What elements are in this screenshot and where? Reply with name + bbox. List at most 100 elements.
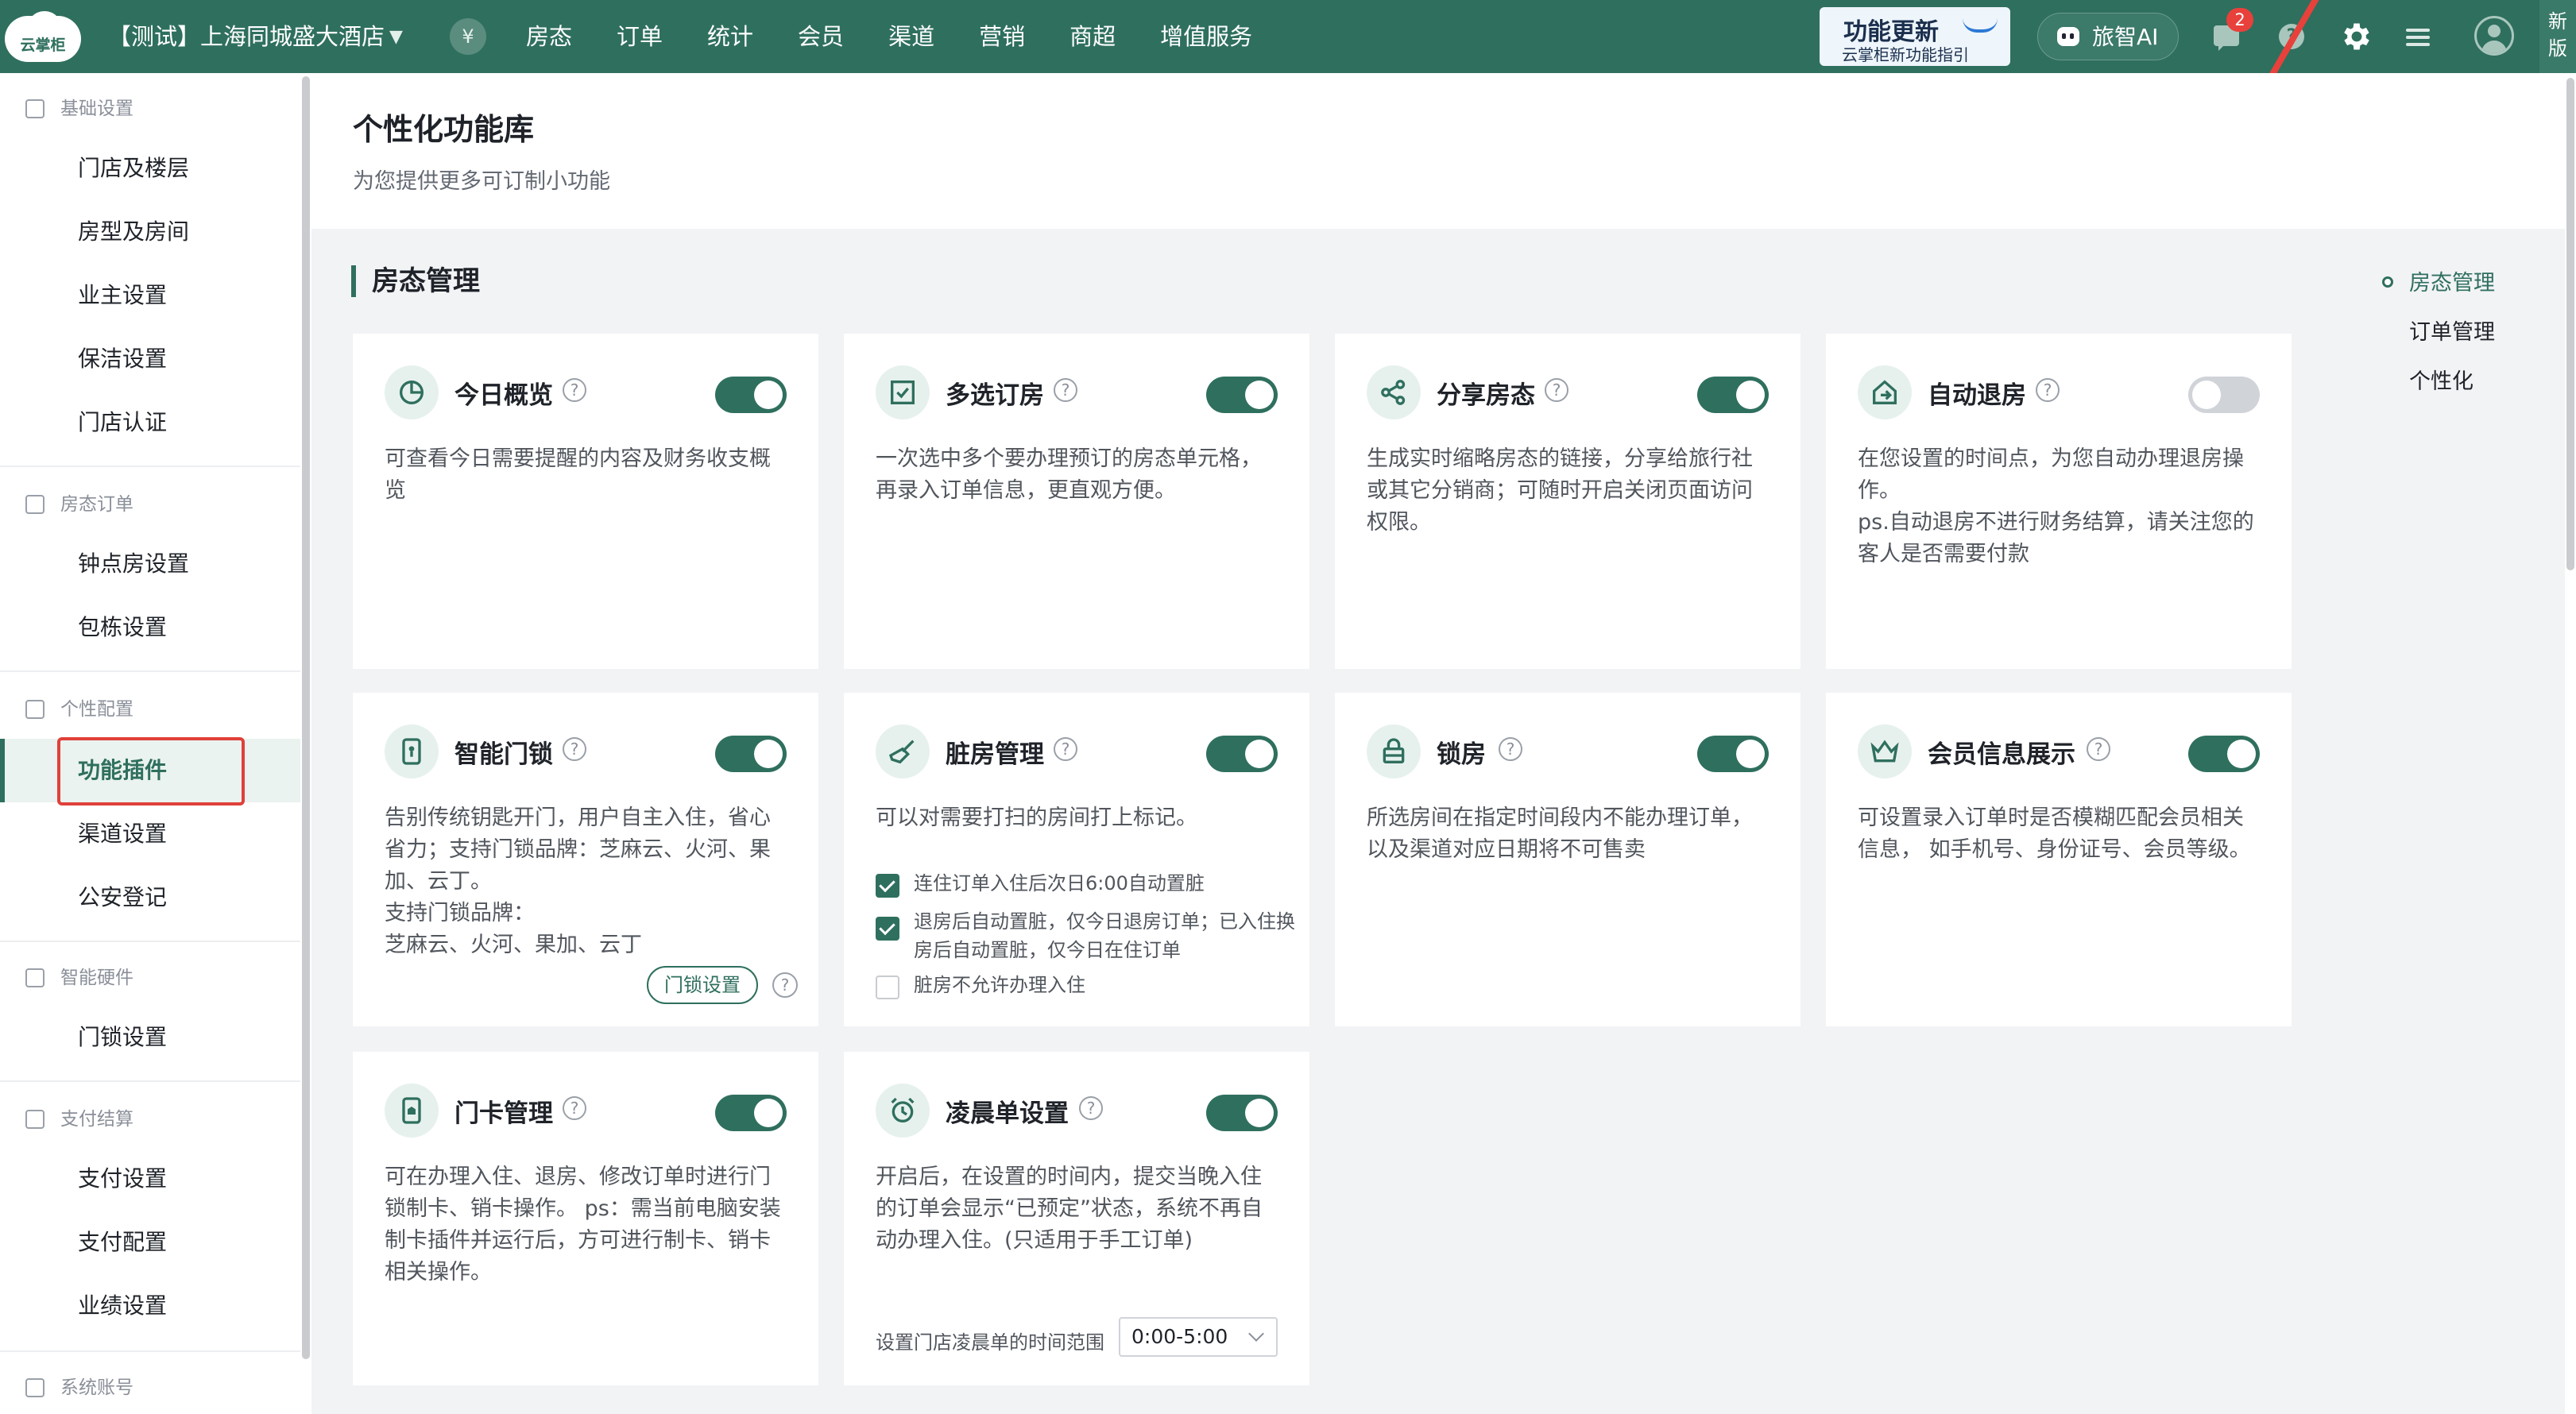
toggle-switch[interactable] <box>1697 377 1769 413</box>
time-range-select[interactable]: 0:00-5:00 <box>1119 1317 1278 1357</box>
menu-icon[interactable] <box>2401 19 2436 54</box>
sidebar-group-basic: 基础设置 <box>0 81 300 137</box>
nav-statistics[interactable]: 统计 <box>707 0 753 73</box>
card-desc: 生成实时缩略房态的链接，分享给旅行社或其它分销商；可随时开启关闭页面访问权限。 <box>1367 446 1753 535</box>
card-door-card: 门卡管理 ? 可在办理入住、退房、修改订单时进行门锁制卡、销卡操作。 ps：需当… <box>353 1052 818 1385</box>
sidebar-group-system-account: 系统账号 <box>0 1360 300 1414</box>
sidebar-item-lock-settings[interactable]: 门锁设置 <box>0 1006 300 1069</box>
help-circle-icon[interactable]: ? <box>2087 737 2110 761</box>
currency-icon[interactable]: ¥ <box>450 18 486 55</box>
sidebar-item-payment-settings[interactable]: 支付设置 <box>0 1147 300 1211</box>
lock-icon <box>1367 724 1421 778</box>
sidebar-item-store-auth[interactable]: 门店认证 <box>0 391 300 454</box>
checkbox-checked[interactable] <box>876 874 899 898</box>
gear-icon[interactable] <box>2339 19 2374 54</box>
nav-store[interactable]: 商超 <box>1069 0 1116 73</box>
feature-update-banner[interactable]: 功能更新 云掌柜新功能指引 <box>1820 7 2010 66</box>
card-desc: 开启后，在设置的时间内，提交当晚入住的订单会显示“已预定”状态，系统不再自动办理… <box>876 1165 1263 1253</box>
toggle-switch[interactable] <box>1206 377 1278 413</box>
nav-channels[interactable]: 渠道 <box>888 0 934 73</box>
sidebar-group-hardware: 智能硬件 <box>0 950 300 1006</box>
card-desc-line: 在您设置的时间点，为您自动办理退房操作。 <box>1858 446 2244 503</box>
nav-orders[interactable]: 订单 <box>617 0 663 73</box>
ai-assistant-button[interactable]: 旅智AI <box>2037 13 2179 60</box>
card-lock-room: 锁房 ? 所选房间在指定时间段内不能办理订单，以及渠道对应日期将不可售卖 <box>1335 693 1800 1026</box>
card-multi-booking: 多选订房 ? 一次选中多个要办理预订的房态单元格，再录入订单信息，更直观方便。 <box>844 334 1309 669</box>
card-early-morning: 凌晨单设置 ? 开启后，在设置的时间内，提交当晚入住的订单会显示“已预定”状态，… <box>844 1052 1309 1385</box>
anchor-personal[interactable]: 个性化 <box>2409 364 2474 395</box>
nav-members[interactable]: 会员 <box>798 0 844 73</box>
card-desc: 可以对需要打扫的房间打上标记。 <box>876 806 1197 830</box>
help-circle-icon[interactable]: ? <box>1545 378 1568 402</box>
card-title: 脏房管理 <box>946 740 1044 769</box>
sidebar-item-owner[interactable]: 业主设置 <box>0 264 300 327</box>
checkbox-checked[interactable] <box>876 917 899 941</box>
card-desc-brands: 芝麻云、火河、果加、云丁 <box>385 933 642 957</box>
page-header: 个性化功能库 为您提供更多可订制小功能 <box>311 73 2576 229</box>
card-dirty-room: 脏房管理 ? 可以对需要打扫的房间打上标记。 连住订单入住后次日6:00自动置脏… <box>844 693 1309 1026</box>
sidebar-item-channels[interactable]: 渠道设置 <box>0 802 300 866</box>
broom-icon <box>876 724 930 778</box>
config-icon <box>25 700 44 719</box>
avatar[interactable] <box>2474 16 2514 56</box>
card-desc-brands-label: 支持门锁品牌： <box>385 901 535 925</box>
help-circle-icon[interactable]: ? <box>1079 1096 1103 1120</box>
help-circle-icon[interactable]: ? <box>563 737 586 761</box>
card-title: 门卡管理 <box>454 1099 553 1128</box>
toggle-switch[interactable] <box>1697 736 1769 772</box>
card-title: 自动退房 <box>1928 381 2026 410</box>
help-circle-icon[interactable]: ? <box>1499 737 1522 761</box>
share-icon <box>1367 365 1421 419</box>
sidebar-item-cleaning[interactable]: 保洁设置 <box>0 327 300 391</box>
sidebar-item-hourly[interactable]: 钟点房设置 <box>0 532 300 596</box>
app-logo[interactable]: 云掌柜 <box>5 11 81 62</box>
help-circle-icon[interactable]: ? <box>772 972 798 998</box>
nav-marketing[interactable]: 营销 <box>979 0 1025 73</box>
card-title: 多选订房 <box>946 381 1044 410</box>
door-card-icon <box>385 1084 439 1138</box>
card-desc: 可在办理入住、退房、修改订单时进行门锁制卡、销卡操作。 ps：需当前电脑安装制卡… <box>385 1165 781 1285</box>
sidebar-item-performance[interactable]: 业绩设置 <box>0 1274 300 1338</box>
card-desc: 所选房间在指定时间段内不能办理订单，以及渠道对应日期将不可售卖 <box>1367 806 1753 862</box>
card-smart-lock: 智能门锁 ? 告别传统钥匙开门，用户自主入住，省心省力；支持门锁品牌：芝麻云、火… <box>353 693 818 1026</box>
nav-value-added[interactable]: 增值服务 <box>1160 0 1252 73</box>
help-circle-icon[interactable]: ? <box>1054 378 1077 402</box>
pie-chart-icon <box>385 365 439 419</box>
toggle-switch[interactable] <box>2188 736 2260 772</box>
checkbox-unchecked[interactable] <box>876 976 899 999</box>
page-subtitle: 为您提供更多可订制小功能 <box>353 169 610 194</box>
toggle-switch[interactable] <box>1206 736 1278 772</box>
main-scrollbar[interactable] <box>2565 73 2576 1414</box>
card-title: 会员信息展示 <box>1928 740 2075 769</box>
sidebar-item-whole-building[interactable]: 包栋设置 <box>0 596 300 659</box>
toggle-switch[interactable] <box>715 1095 787 1131</box>
caret-down-icon[interactable]: ▼ <box>389 27 403 47</box>
card-title: 今日概览 <box>454 381 553 410</box>
main-nav: 房态 订单 统计 会员 渠道 营销 商超 增值服务 <box>526 0 1297 73</box>
toggle-switch[interactable] <box>2188 377 2260 413</box>
sidebar-item-store-floors[interactable]: 门店及楼层 <box>0 137 300 200</box>
nav-room-status[interactable]: 房态 <box>526 0 572 73</box>
toggle-switch[interactable] <box>715 377 787 413</box>
lock-settings-button[interactable]: 门锁设置 <box>647 966 758 1004</box>
new-version-tab[interactable]: 新版 <box>2539 0 2576 73</box>
store-selector[interactable]: 【测试】上海同城盛大酒店 <box>108 0 385 73</box>
help-circle-icon[interactable]: ? <box>563 378 586 402</box>
card-title: 智能门锁 <box>454 740 553 769</box>
anchor-room-status[interactable]: 房态管理 <box>2409 265 2495 296</box>
toggle-switch[interactable] <box>1206 1095 1278 1131</box>
sidebar-scrollbar[interactable] <box>300 73 311 1414</box>
help-circle-icon[interactable]: ? <box>2036 378 2060 402</box>
toggle-switch[interactable] <box>715 736 787 772</box>
sidebar-item-police-register[interactable]: 公安登记 <box>0 866 300 929</box>
sidebar-item-room-types[interactable]: 房型及房间 <box>0 200 300 264</box>
sidebar-item-payment-config[interactable]: 支付配置 <box>0 1211 300 1274</box>
card-title: 分享房态 <box>1437 381 1535 410</box>
card-desc: 可查看今日需要提醒的内容及财务收支概览 <box>385 446 771 503</box>
checklist-icon <box>876 365 930 419</box>
account-icon <box>25 1378 44 1397</box>
help-circle-icon[interactable]: ? <box>563 1096 586 1120</box>
anchor-order-mgmt[interactable]: 订单管理 <box>2409 315 2495 346</box>
card-desc: 可设置录入订单时是否模糊匹配会员相关信息， 如手机号、身份证号、会员等级。 <box>1858 806 2251 862</box>
help-circle-icon[interactable]: ? <box>1054 737 1077 761</box>
